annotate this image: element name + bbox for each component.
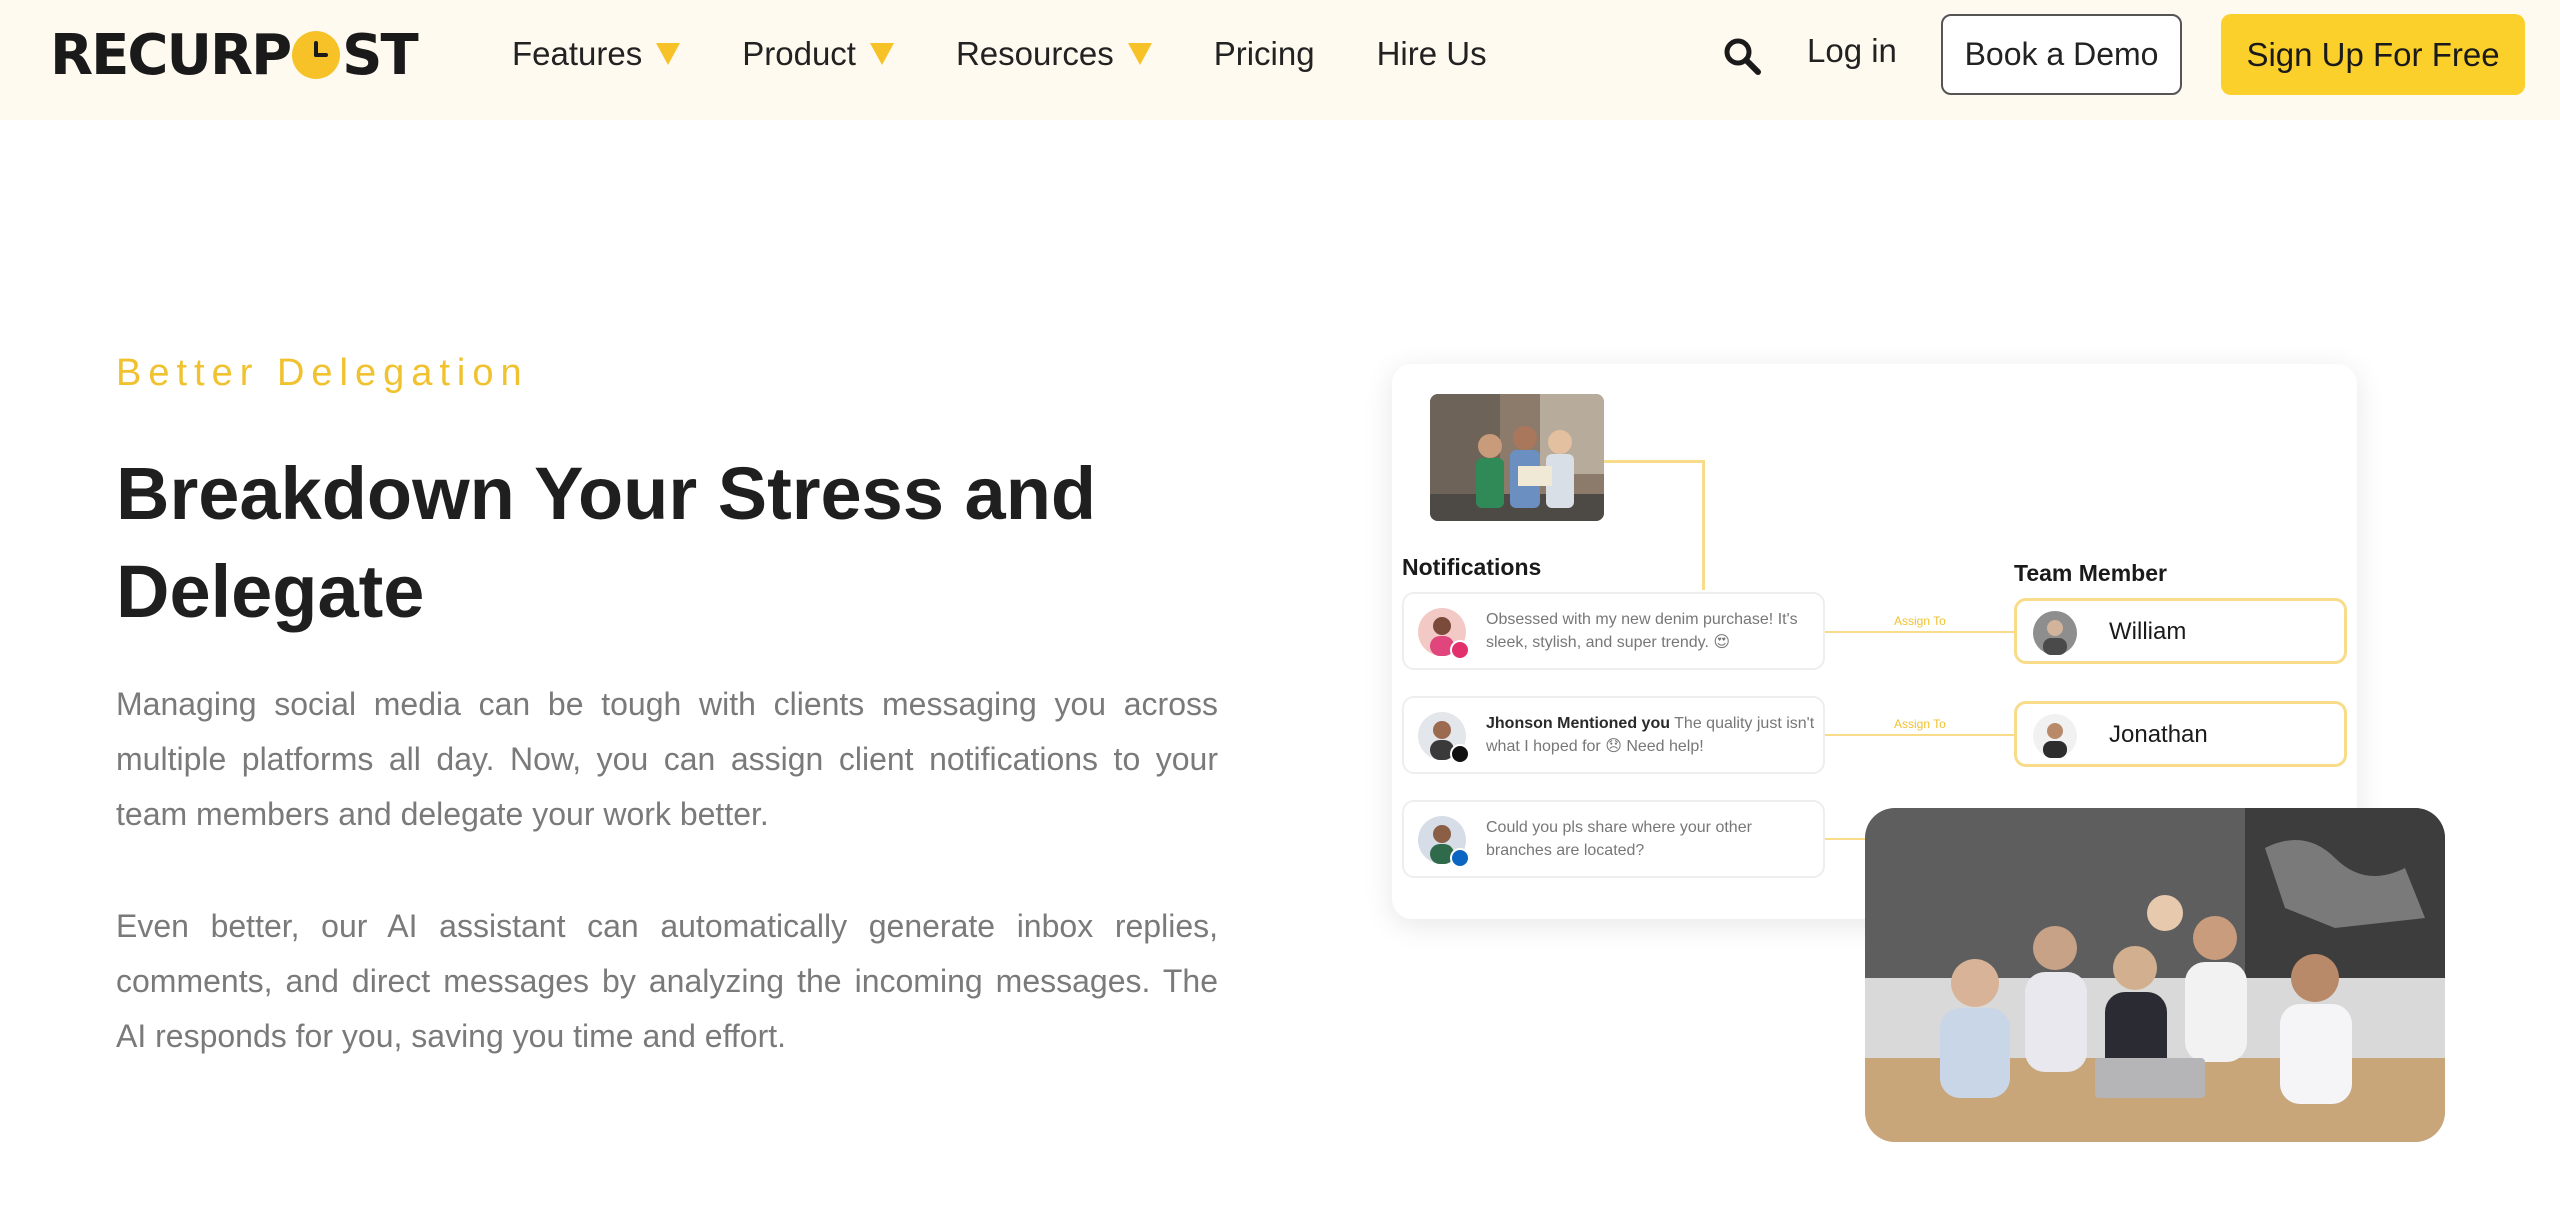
connector-line	[1604, 460, 1704, 463]
nav-resources[interactable]: Resources	[956, 35, 1152, 73]
notification-text: Obsessed with my new denim purchase! It'…	[1486, 611, 1798, 651]
team-member-name: William	[2109, 618, 2187, 645]
nav-label: Product	[742, 35, 856, 72]
section-paragraph-1: Managing social media can be tough with …	[116, 686, 1218, 832]
section-paragraph-2: Even better, our AI assistant can automa…	[116, 908, 1218, 1054]
nav-label: Features	[512, 35, 643, 72]
clock-icon	[292, 31, 341, 79]
recurpost-logo[interactable]: RECURP ST	[50, 23, 419, 88]
notification-card: Obsessed with my new denim purchase! It'…	[1402, 592, 1825, 670]
nav-label: Hire Us	[1376, 35, 1487, 72]
notification-card: Could you pls share where your other bra…	[1402, 800, 1825, 878]
signup-button[interactable]: Sign Up For Free	[2221, 14, 2525, 95]
section-eyebrow: Better Delegation	[116, 352, 529, 394]
x-icon	[1450, 744, 1470, 764]
team-member-card: Jonathan	[2014, 701, 2347, 767]
assign-connector	[1825, 631, 2014, 633]
nav-pricing[interactable]: Pricing	[1214, 35, 1315, 73]
instagram-icon	[1450, 640, 1470, 660]
travel-group-photo	[1430, 394, 1604, 521]
nav-hire-us[interactable]: Hire Us	[1377, 35, 1487, 73]
team-member-title: Team Member	[2014, 560, 2167, 586]
avatar	[2033, 611, 2077, 655]
main-nav: Features Product Resources Pricing Hire …	[512, 30, 1549, 78]
nav-label: Resources	[955, 35, 1114, 72]
nav-label: Pricing	[1213, 35, 1315, 72]
assign-label: Assign To	[1894, 614, 1946, 628]
book-demo-button[interactable]: Book a Demo	[1941, 14, 2182, 95]
avatar	[2033, 714, 2077, 758]
team-member-name: Jonathan	[2109, 721, 2208, 748]
search-icon[interactable]	[1722, 36, 1762, 76]
team-highfive-photo	[1865, 808, 2445, 1142]
assign-label: Assign To	[1894, 717, 1946, 731]
site-header: RECURP ST Features Product Resources Pric…	[0, 0, 2560, 120]
linkedin-icon	[1450, 848, 1470, 868]
nav-product[interactable]: Product	[742, 35, 894, 73]
chevron-down-icon	[656, 43, 681, 65]
section-headline: Breakdown Your Stress and Delegate	[116, 452, 1097, 633]
login-link[interactable]: Log in	[1807, 32, 1897, 70]
notification-text: Could you pls share where your other bra…	[1486, 819, 1752, 859]
notification-card: Jhonson Mentioned you The quality just i…	[1402, 696, 1825, 774]
team-member-card: William	[2014, 598, 2347, 664]
nav-features[interactable]: Features	[512, 35, 681, 73]
chevron-down-icon	[869, 43, 894, 65]
chevron-down-icon	[1127, 43, 1152, 65]
notifications-title: Notifications	[1402, 554, 1542, 580]
assign-connector	[1825, 734, 2014, 736]
notification-author: Jhonson Mentioned you	[1486, 715, 1670, 732]
connector-line	[1702, 460, 1705, 590]
